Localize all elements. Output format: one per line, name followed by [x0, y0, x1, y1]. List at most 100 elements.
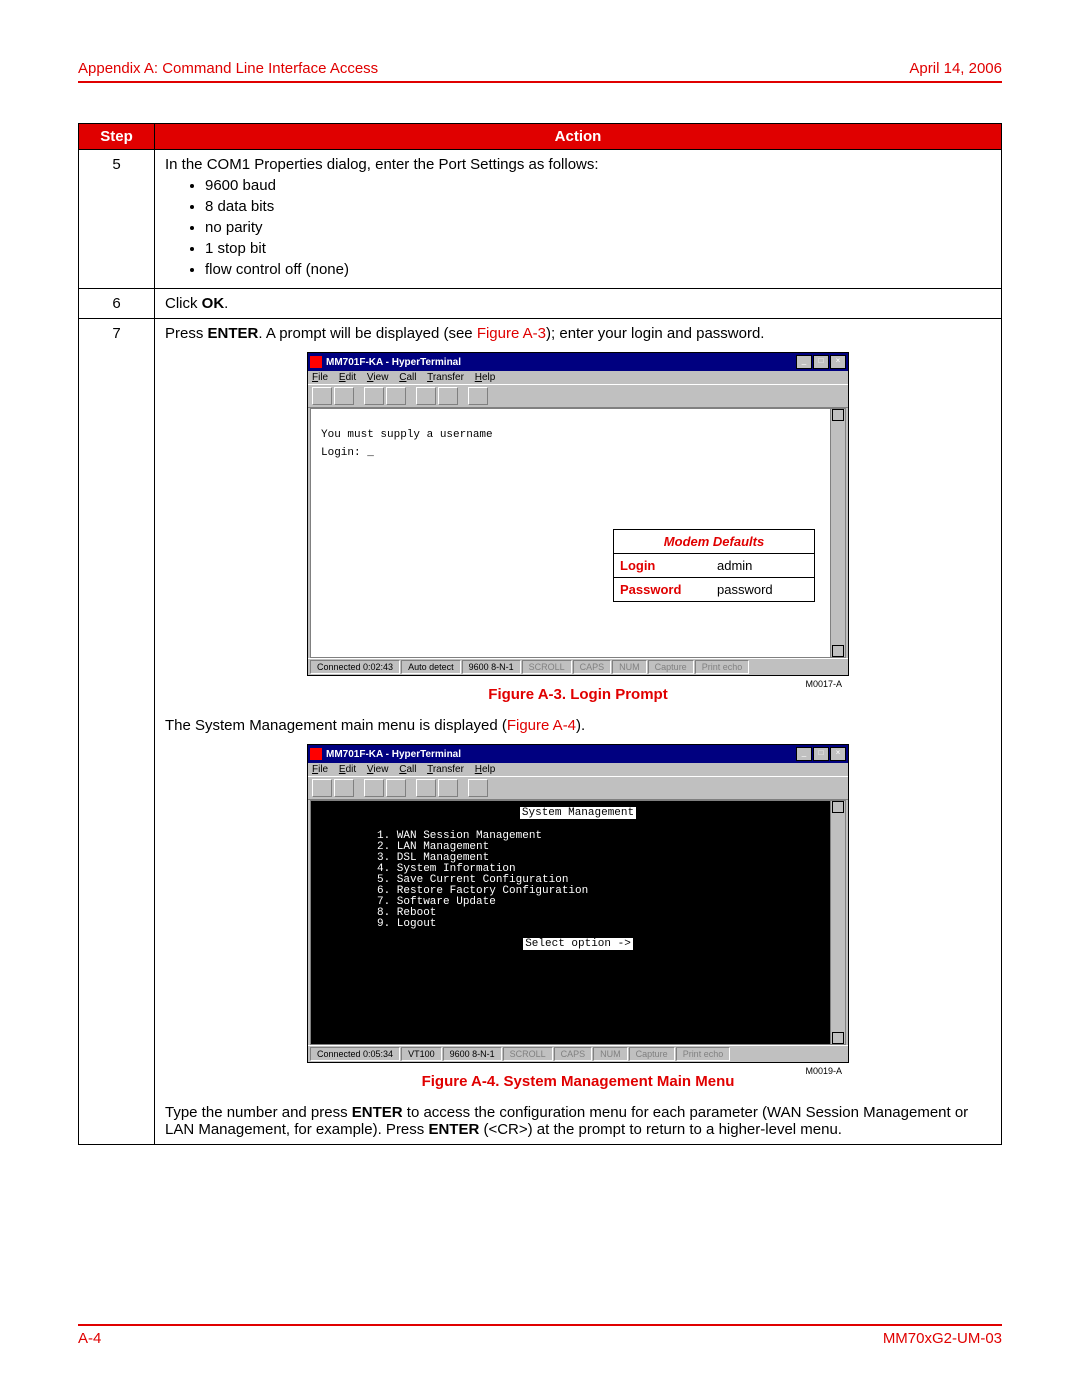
row5-bullets: 9600 baud 8 data bits no parity 1 stop b…	[205, 177, 991, 278]
row6-bold: OK	[202, 295, 225, 312]
menu-call[interactable]: Call	[399, 372, 416, 383]
menu-file[interactable]: File	[312, 372, 328, 383]
steps-table: Step Action 5 In the COM1 Properties dia…	[78, 123, 1002, 1145]
figure-caption: Figure A-4. System Management Main Menu	[165, 1073, 991, 1090]
row6-pre: Click	[165, 295, 202, 312]
status-bar: Connected 0:05:34 VT100 9600 8-N-1 SCROL…	[308, 1045, 848, 1062]
terminal-select: Select option ->	[523, 938, 633, 950]
toolbar	[308, 384, 848, 408]
toolbar-button[interactable]	[416, 387, 436, 405]
modem-defaults-box: Modem Defaults Login admin Password pass…	[613, 529, 815, 602]
app-icon	[310, 356, 322, 368]
status-scroll: SCROLL	[503, 1047, 553, 1061]
menu-call[interactable]: Call	[399, 764, 416, 775]
toolbar-button[interactable]	[364, 779, 384, 797]
status-terminal: Auto detect	[401, 660, 461, 674]
window-title: MM701F-KA - HyperTerminal	[326, 749, 796, 760]
close-button[interactable]: ×	[830, 747, 846, 761]
figure-link[interactable]: Figure A-3	[477, 325, 546, 342]
menu-help[interactable]: Help	[475, 764, 496, 775]
menu-view[interactable]: View	[367, 764, 389, 775]
header-rule	[78, 81, 1002, 83]
menu-transfer[interactable]: Transfer	[427, 764, 464, 775]
scroll-up-icon[interactable]	[832, 409, 844, 421]
menu-transfer[interactable]: Transfer	[427, 372, 464, 383]
terminal-line: You must supply a username	[321, 429, 835, 441]
minimize-button[interactable]: _	[796, 355, 812, 369]
toolbar-button[interactable]	[312, 387, 332, 405]
status-print: Print echo	[695, 660, 750, 674]
menu-help[interactable]: Help	[475, 372, 496, 383]
defaults-password-value: password	[711, 578, 779, 601]
maximize-button[interactable]: □	[813, 747, 829, 761]
status-caps: CAPS	[573, 660, 612, 674]
defaults-login-value: admin	[711, 554, 758, 577]
status-num: NUM	[593, 1047, 628, 1061]
row6-post: .	[224, 295, 228, 312]
footer-left: A-4	[78, 1330, 101, 1347]
figure-link[interactable]: Figure A-4	[507, 717, 576, 734]
th-step: Step	[79, 124, 155, 150]
row5-intro: In the COM1 Properties dialog, enter the…	[165, 156, 599, 173]
table-row: 6 Click OK.	[79, 289, 1002, 319]
status-scroll: SCROLL	[522, 660, 572, 674]
step-action: Click OK.	[155, 289, 1002, 319]
step-action: In the COM1 Properties dialog, enter the…	[155, 150, 1002, 289]
terminal-content[interactable]: You must supply a username Login: _ Mode…	[310, 408, 846, 658]
scroll-down-icon[interactable]	[832, 645, 844, 657]
app-icon	[310, 748, 322, 760]
list-item: no parity	[205, 219, 991, 236]
scroll-up-icon[interactable]	[832, 801, 844, 813]
figure-caption: Figure A-3. Login Prompt	[165, 686, 991, 703]
toolbar	[308, 776, 848, 800]
toolbar-button[interactable]	[438, 779, 458, 797]
status-port: 9600 8-N-1	[443, 1047, 502, 1061]
status-num: NUM	[612, 660, 647, 674]
status-port: 9600 8-N-1	[462, 660, 521, 674]
toolbar-button[interactable]	[334, 779, 354, 797]
terminal-content[interactable]: System Management 1. WAN Session Managem…	[310, 800, 846, 1045]
terminal-line: Login: _	[321, 447, 835, 459]
row7-final: Type the number and press ENTER to acces…	[165, 1104, 991, 1138]
hyperterminal-window-menu: MM701F-KA - HyperTerminal _ □ × File Edi…	[307, 744, 849, 1063]
table-row: 5 In the COM1 Properties dialog, enter t…	[79, 150, 1002, 289]
scroll-down-icon[interactable]	[832, 1032, 844, 1044]
terminal-title: System Management	[520, 807, 636, 819]
list-item: 1 stop bit	[205, 240, 991, 257]
row7-line1: Press ENTER. A prompt will be displayed …	[165, 325, 991, 342]
hyperterminal-window-login: MM701F-KA - HyperTerminal _ □ × File Edi…	[307, 352, 849, 676]
footer-right: MM70xG2-UM-03	[883, 1330, 1002, 1347]
list-item: 8 data bits	[205, 198, 991, 215]
status-bar: Connected 0:02:43 Auto detect 9600 8-N-1…	[308, 658, 848, 675]
menu-view[interactable]: View	[367, 372, 389, 383]
list-item: flow control off (none)	[205, 261, 991, 278]
status-connected: Connected 0:02:43	[310, 660, 400, 674]
menu-bar: File Edit View Call Transfer Help	[308, 371, 848, 384]
list-item: 9600 baud	[205, 177, 991, 194]
toolbar-button[interactable]	[438, 387, 458, 405]
toolbar-button[interactable]	[312, 779, 332, 797]
status-connected: Connected 0:05:34	[310, 1047, 400, 1061]
status-capture: Capture	[629, 1047, 675, 1061]
toolbar-button[interactable]	[468, 779, 488, 797]
menu-file[interactable]: File	[312, 764, 328, 775]
scrollbar[interactable]	[830, 801, 845, 1044]
toolbar-button[interactable]	[386, 387, 406, 405]
page-footer: A-4 MM70xG2-UM-03	[78, 1324, 1002, 1347]
step-number: 6	[79, 289, 155, 319]
page-header: Appendix A: Command Line Interface Acces…	[78, 60, 1002, 77]
toolbar-button[interactable]	[386, 779, 406, 797]
maximize-button[interactable]: □	[813, 355, 829, 369]
toolbar-button[interactable]	[468, 387, 488, 405]
minimize-button[interactable]: _	[796, 747, 812, 761]
scrollbar[interactable]	[830, 409, 845, 657]
close-button[interactable]: ×	[830, 355, 846, 369]
terminal-menu: 1. WAN Session Management 2. LAN Managem…	[377, 831, 839, 930]
figure-id: M0019-A	[805, 1066, 842, 1076]
toolbar-button[interactable]	[416, 779, 436, 797]
menu-edit[interactable]: Edit	[339, 372, 356, 383]
menu-edit[interactable]: Edit	[339, 764, 356, 775]
toolbar-button[interactable]	[364, 387, 384, 405]
toolbar-button[interactable]	[334, 387, 354, 405]
th-action: Action	[155, 124, 1002, 150]
